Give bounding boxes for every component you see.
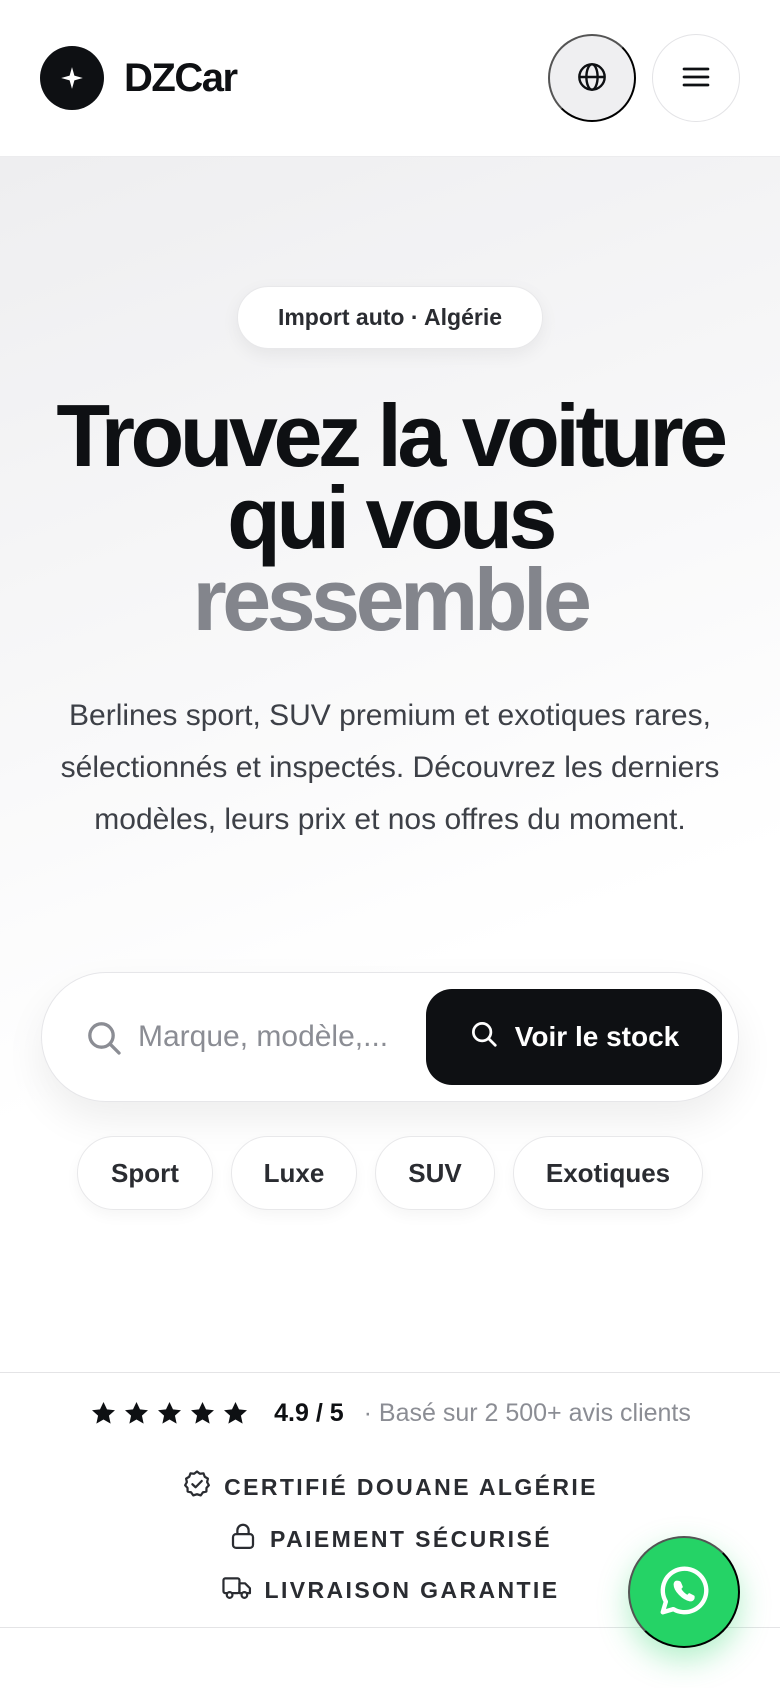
chip-luxe[interactable]: Luxe — [231, 1136, 357, 1210]
headline-line-2: qui vous — [227, 468, 557, 567]
rating-row: 4.9 / 5 · Basé sur 2 500+ avis clients — [0, 1399, 780, 1428]
search-icon — [469, 1019, 499, 1056]
view-stock-button[interactable]: Voir le stock — [426, 989, 722, 1085]
whatsapp-icon — [655, 1562, 713, 1623]
hero-headline: Trouvez la voiture qui vous ressemble — [0, 386, 780, 649]
brand-name[interactable]: DZCar — [124, 52, 238, 104]
site-header: DZCar — [0, 0, 780, 157]
category-chips: Sport Luxe SUV Exotiques — [0, 1136, 780, 1210]
search-icon — [84, 1018, 124, 1058]
badge-payment-label: PAIEMENT SÉCURISÉ — [270, 1525, 552, 1552]
truck-icon — [221, 1572, 253, 1608]
star-icon — [125, 1402, 149, 1424]
view-stock-label: Voir le stock — [514, 1021, 680, 1052]
star-icon — [191, 1402, 215, 1424]
headline-line-1: Trouvez la voiture — [56, 386, 728, 485]
badge-delivery-label: LIVRAISON GARANTIE — [264, 1576, 560, 1603]
headline-line-3: ressemble — [192, 550, 592, 649]
rating-score: 4.9 / 5 — [274, 1399, 344, 1427]
star-icon — [92, 1402, 116, 1424]
rating-reviews: · Basé sur 2 500+ avis clients — [363, 1399, 691, 1427]
logo-icon[interactable] — [40, 46, 104, 110]
lock-icon — [228, 1521, 258, 1557]
chip-sport[interactable]: Sport — [77, 1136, 213, 1210]
menu-button[interactable] — [652, 34, 740, 122]
globe-icon — [576, 61, 608, 96]
hero-subtitle: Berlines sport, SUV premium et exotiques… — [60, 699, 720, 836]
hero-tag-pill: Import auto · Algérie — [237, 286, 543, 349]
star-icon — [224, 1402, 248, 1424]
badge-customs: CERTIFIÉ DOUANE ALGÉRIE — [0, 1469, 780, 1505]
verified-badge-icon — [182, 1469, 212, 1505]
search-bar: Voir le stock — [41, 972, 739, 1102]
search-input[interactable] — [138, 1011, 454, 1063]
chip-exotiques[interactable]: Exotiques — [513, 1136, 703, 1210]
language-button[interactable] — [548, 34, 636, 122]
rating-stars — [89, 1399, 250, 1428]
chip-suv[interactable]: SUV — [375, 1136, 495, 1210]
whatsapp-button[interactable] — [628, 1536, 740, 1648]
hamburger-menu-icon — [680, 61, 712, 96]
star-icon — [158, 1402, 182, 1424]
badge-customs-label: CERTIFIÉ DOUANE ALGÉRIE — [224, 1473, 598, 1500]
